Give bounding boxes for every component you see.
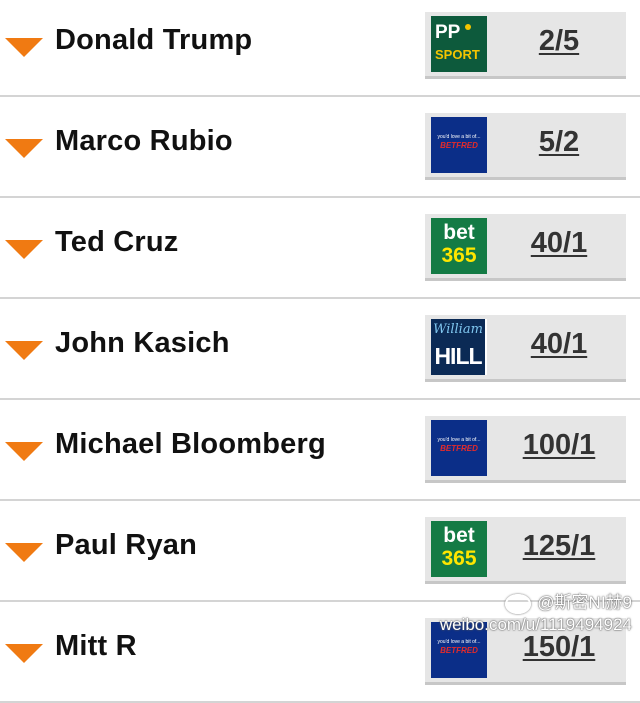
william-hill-logo: William HILL bbox=[431, 319, 487, 375]
odds-value[interactable]: 100/1 bbox=[495, 429, 623, 462]
candidate-name: John Kasich bbox=[55, 327, 230, 359]
betfred-logo: you'd love a bit of... BETFRED bbox=[431, 420, 487, 476]
candidate-row[interactable]: John Kasich William HILL 40/1 bbox=[0, 299, 640, 400]
candidate-row[interactable]: Michael Bloomberg you'd love a bit of... B… bbox=[0, 400, 640, 501]
odds-value[interactable]: 125/1 bbox=[495, 530, 623, 563]
logo-text-top: William bbox=[433, 322, 483, 337]
logo-text-top: bet bbox=[443, 221, 475, 244]
chevron-down-icon[interactable] bbox=[5, 139, 43, 158]
candidate-name: Marco Rubio bbox=[55, 125, 233, 157]
logo-text-bottom: 365 bbox=[441, 547, 477, 570]
watermark-url: weibo.com/u/1119494924 bbox=[439, 615, 632, 634]
chevron-down-icon[interactable] bbox=[5, 644, 43, 663]
chevron-down-icon[interactable] bbox=[5, 442, 43, 461]
candidate-name: Donald Trump bbox=[55, 24, 253, 56]
betfred-logo: you'd love a bit of... BETFRED bbox=[431, 117, 487, 173]
paddy-power-logo: PP SPORT bbox=[431, 16, 487, 72]
odds-button[interactable]: bet 365 125/1 bbox=[425, 517, 626, 584]
odds-button[interactable]: bet 365 40/1 bbox=[425, 214, 626, 281]
weibo-icon bbox=[505, 593, 532, 614]
odds-button[interactable]: you'd love a bit of... BETFRED 5/2 bbox=[425, 113, 626, 180]
candidate-row[interactable]: Paul Ryan bet 365 125/1 bbox=[0, 501, 640, 602]
odds-value[interactable]: 2/5 bbox=[495, 25, 623, 58]
chevron-down-icon[interactable] bbox=[5, 341, 43, 360]
odds-value[interactable]: 40/1 bbox=[495, 328, 623, 361]
candidate-name: Ted Cruz bbox=[55, 226, 179, 258]
bet365-logo: bet 365 bbox=[431, 218, 487, 274]
chevron-down-icon[interactable] bbox=[5, 240, 43, 259]
chevron-down-icon[interactable] bbox=[5, 38, 43, 57]
logo-text-bottom: SPORT bbox=[435, 47, 480, 62]
logo-text-top: PP bbox=[435, 22, 461, 43]
odds-button[interactable]: you'd love a bit of... BETFRED 100/1 bbox=[425, 416, 626, 483]
logo-text-main: BETFRED bbox=[440, 444, 478, 453]
chevron-down-icon[interactable] bbox=[5, 543, 43, 562]
candidate-row[interactable]: Marco Rubio you'd love a bit of... BETFRED… bbox=[0, 97, 640, 198]
logo-text-top: bet bbox=[443, 524, 475, 547]
candidate-row[interactable]: Ted Cruz bet 365 40/1 bbox=[0, 198, 640, 299]
candidate-name: Mitt R bbox=[55, 630, 137, 662]
odds-button[interactable]: William HILL 40/1 bbox=[425, 315, 626, 382]
candidate-row[interactable]: Donald Trump PP SPORT 2/5 bbox=[0, 0, 640, 97]
weibo-watermark: @斯密NI赫9 weibo.com/u/1119494924 bbox=[440, 592, 632, 636]
odds-button[interactable]: PP SPORT 2/5 bbox=[425, 12, 626, 79]
logo-tagline: you'd love a bit of... bbox=[437, 437, 481, 443]
logo-text-main: BETFRED bbox=[440, 141, 478, 150]
logo-text-bottom: HILL bbox=[434, 343, 482, 369]
logo-text-main: BETFRED bbox=[440, 646, 478, 655]
candidate-name: Michael Bloomberg bbox=[55, 428, 326, 460]
logo-text-bottom: 365 bbox=[441, 244, 477, 267]
logo-dot bbox=[465, 24, 471, 30]
odds-value[interactable]: 40/1 bbox=[495, 227, 623, 260]
logo-tagline: you'd love a bit of... bbox=[437, 134, 481, 140]
watermark-handle: @斯密NI赫9 bbox=[537, 593, 632, 612]
candidate-name: Paul Ryan bbox=[55, 529, 198, 561]
bet365-logo: bet 365 bbox=[431, 521, 487, 577]
odds-value[interactable]: 5/2 bbox=[495, 126, 623, 159]
